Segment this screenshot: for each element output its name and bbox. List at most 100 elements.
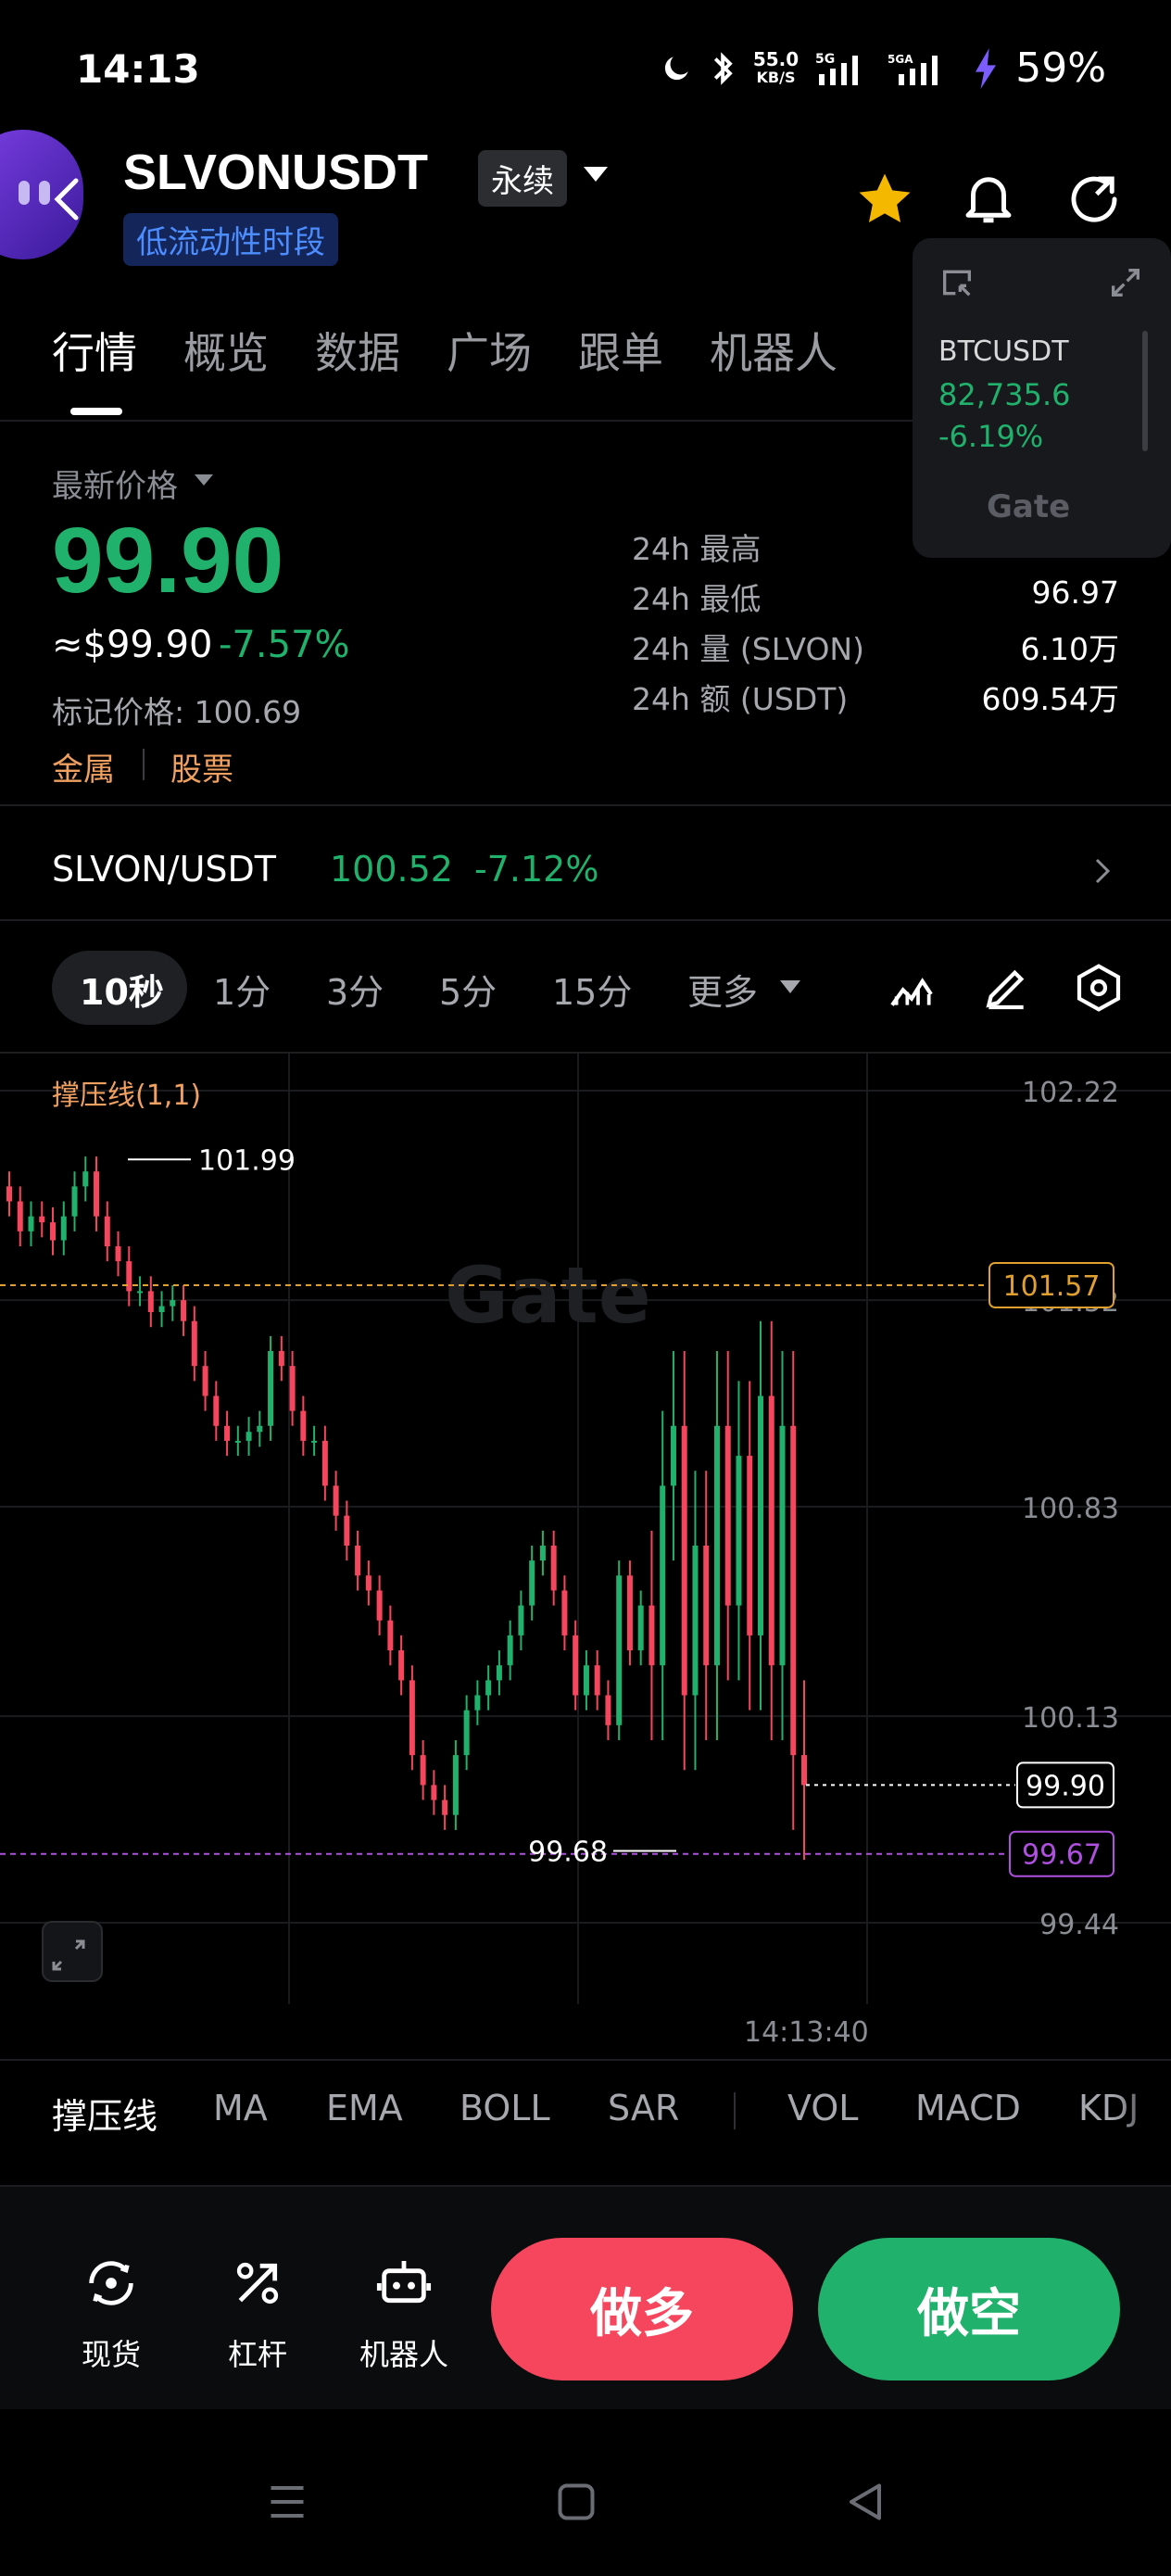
candle-body [104, 1216, 110, 1246]
pip-icon[interactable] [938, 264, 976, 301]
candle-body [420, 1755, 426, 1786]
candle-body [398, 1650, 405, 1681]
y-tick-label: 99.44 [1039, 1909, 1119, 1941]
fullscreen-button[interactable] [42, 1921, 103, 1982]
chevron-right-icon[interactable] [1091, 854, 1114, 888]
tab-square[interactable]: 广场 [447, 320, 532, 381]
ind-tab-macd[interactable]: MACD [915, 2088, 1021, 2128]
assistant-eyes-icon [19, 181, 50, 205]
system-menu-icon[interactable] [259, 2474, 315, 2530]
status-bar: 14:13 55.0 KB/S 5G 5GA 59% [0, 37, 1171, 102]
tag-metal[interactable]: 金属 [52, 744, 115, 789]
candle-body [670, 1425, 676, 1486]
tab-bots[interactable]: 机器人 [710, 320, 837, 381]
indicator-chart-icon[interactable] [886, 962, 938, 1014]
settings-hexagon-icon[interactable] [1073, 962, 1125, 1014]
candle-body [518, 1605, 524, 1635]
candle-body [213, 1395, 220, 1426]
charging-icon [976, 47, 997, 89]
status-time: 14:13 [76, 46, 200, 92]
candle-body [321, 1440, 328, 1486]
spot-icon[interactable] [82, 2254, 141, 2313]
long-button[interactable]: 做多 [491, 2238, 793, 2380]
ind-tab-kdj[interactable]: KDJ [1078, 2088, 1171, 2128]
ind-tab-vol[interactable]: VOL [787, 2088, 858, 2128]
contract-type-tag[interactable]: 永续 [478, 150, 567, 207]
candle-body [6, 1186, 12, 1202]
spot-pair-link[interactable]: SLVON/USDT [52, 849, 276, 890]
candle-body [17, 1201, 23, 1231]
more-caret-icon[interactable] [780, 980, 800, 993]
candle-body [28, 1216, 34, 1231]
candle-body [191, 1320, 197, 1367]
candle-body [126, 1261, 132, 1292]
tab-market[interactable]: 行情 [52, 320, 137, 381]
stat-24h-low: 24h 最低 96.97 [632, 575, 1119, 617]
favorite-star-icon[interactable] [854, 169, 915, 230]
chart-time-label: 14:13:40 [744, 2016, 869, 2049]
ind-tab-ma[interactable]: MA [213, 2088, 268, 2128]
active-tab-indicator [70, 408, 122, 415]
ind-tab-divider [734, 2092, 736, 2129]
candle-body [158, 1306, 165, 1313]
interval-1m[interactable]: 1分 [213, 964, 271, 1015]
system-home-icon[interactable] [548, 2474, 604, 2530]
back-arrow-icon[interactable] [48, 171, 85, 227]
low-marker-label: 99.68 [528, 1836, 608, 1868]
y-tick-label: 100.13 [1022, 1702, 1119, 1735]
latest-price-caret-icon[interactable] [195, 474, 213, 486]
price-change: -7.57% [219, 624, 350, 666]
candle-body [94, 1171, 100, 1217]
widget-scrollbar[interactable] [1142, 331, 1148, 451]
candle-body [278, 1351, 284, 1367]
candle-body [463, 1710, 470, 1756]
bell-icon[interactable] [958, 167, 1019, 228]
interval-10s[interactable]: 10秒 [80, 964, 164, 1015]
divider [0, 804, 1171, 806]
interval-more[interactable]: 更多 [687, 964, 758, 1015]
ind-tab-support[interactable]: 撑压线 [52, 2088, 157, 2139]
candle-body [779, 1425, 786, 1666]
candle-body [736, 1456, 742, 1606]
floating-ticker-widget[interactable]: BTCUSDT 82,735.6 -6.19% Gate [913, 238, 1171, 558]
tab-copy-trading[interactable]: 跟单 [578, 320, 663, 381]
latest-price-label[interactable]: 最新价格 [52, 461, 178, 506]
tab-overview[interactable]: 概览 [183, 320, 269, 381]
tag-stock[interactable]: 股票 [170, 744, 233, 789]
contract-dropdown-caret-icon[interactable] [584, 167, 608, 182]
ind-tab-ema[interactable]: EMA [326, 2088, 403, 2128]
leverage-label[interactable]: 杠杆 [197, 2331, 318, 2374]
tab-data[interactable]: 数据 [315, 320, 400, 381]
candle-body [757, 1395, 763, 1635]
robot-icon[interactable] [374, 2254, 434, 2313]
candle-body [170, 1300, 176, 1307]
expand-icon[interactable] [1107, 264, 1144, 301]
kline-chart[interactable]: Gate102.22101.52100.83100.1399.44101.579… [0, 1054, 1171, 2004]
last-price-label: 99.90 [1026, 1770, 1105, 1802]
candle-body [550, 1545, 557, 1591]
leverage-icon[interactable] [228, 2254, 287, 2313]
interval-15m[interactable]: 15分 [552, 964, 632, 1015]
candle-body [507, 1635, 513, 1666]
usd-price: ≈$99.90 [52, 624, 213, 666]
spot-label[interactable]: 现货 [51, 2331, 171, 2374]
ind-tab-boll[interactable]: BOLL [460, 2088, 550, 2128]
low-liquidity-badge: 低流动性时段 [123, 213, 338, 266]
candle-body [202, 1366, 208, 1396]
chart-watermark: Gate [445, 1250, 651, 1341]
candle-body [333, 1485, 339, 1516]
system-back-icon[interactable] [837, 2474, 893, 2530]
candle-body [137, 1291, 144, 1294]
svg-text:5G: 5G [815, 52, 835, 67]
interval-5m[interactable]: 5分 [439, 964, 497, 1015]
candle-body [605, 1695, 611, 1725]
ind-tab-sar[interactable]: SAR [608, 2088, 679, 2128]
interval-3m[interactable]: 3分 [326, 964, 384, 1015]
signal-5ga-icon: 5GA [888, 53, 938, 85]
contract-symbol[interactable]: SLVONUSDT [123, 144, 428, 201]
drawing-pen-icon[interactable] [980, 962, 1032, 1014]
short-button[interactable]: 做空 [818, 2238, 1120, 2380]
share-refresh-icon[interactable] [1064, 169, 1125, 230]
candle-body [703, 1545, 710, 1666]
robot-label[interactable]: 机器人 [344, 2331, 464, 2374]
